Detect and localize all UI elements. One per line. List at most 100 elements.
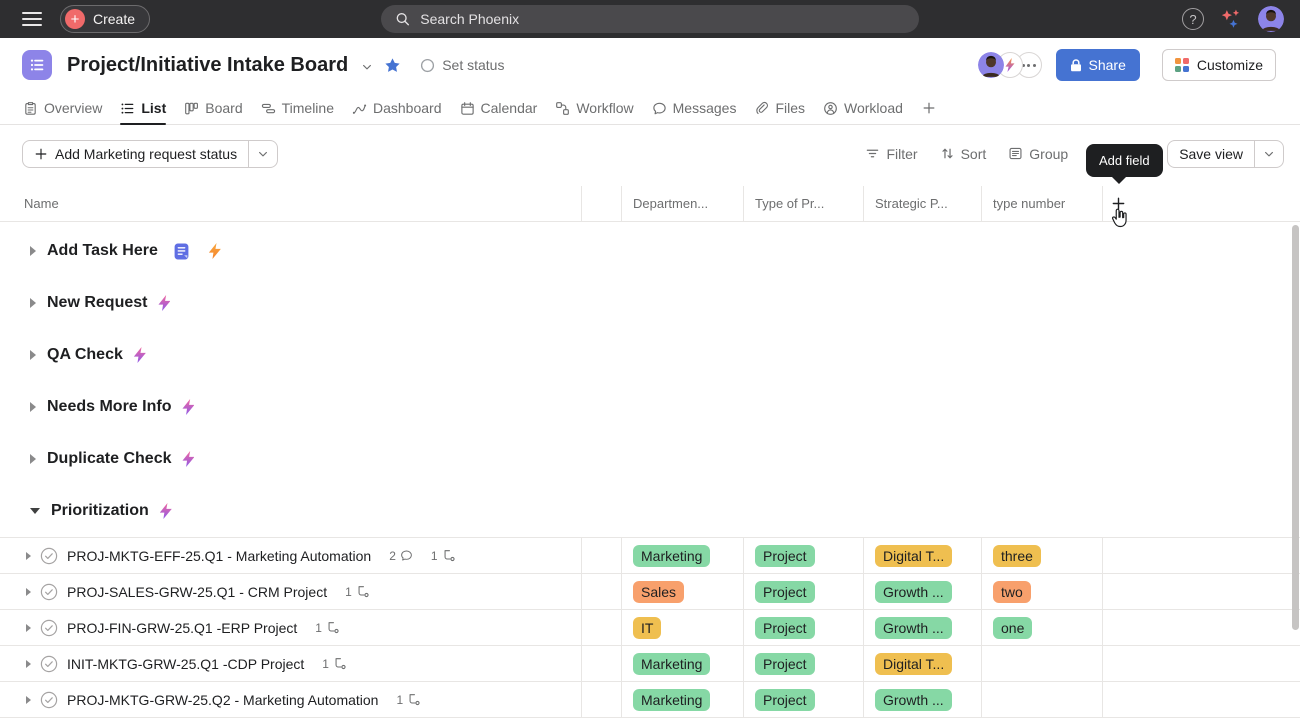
add-field-column-button[interactable] bbox=[1103, 186, 1300, 221]
task-rows: PROJ-MKTG-EFF-25.Q1 - Marketing Automati… bbox=[0, 537, 1300, 718]
section-collapsed-caret-icon[interactable] bbox=[30, 402, 36, 412]
ai-sparkles-icon[interactable] bbox=[1220, 8, 1242, 30]
task-name[interactable]: PROJ-MKTG-GRW-25.Q2 - Marketing Automati… bbox=[67, 692, 378, 708]
expand-caret-icon[interactable] bbox=[26, 624, 31, 632]
tab-files[interactable]: Files bbox=[745, 92, 814, 124]
type-number-tag[interactable]: two bbox=[993, 581, 1031, 603]
department-tag[interactable]: Marketing bbox=[633, 653, 710, 675]
strategic-tag[interactable]: Growth ... bbox=[875, 617, 952, 639]
table-row[interactable]: INIT-MKTG-GRW-25.Q1 -CDP Project 1 Marke… bbox=[0, 646, 1300, 682]
save-view-dropdown-button[interactable] bbox=[1254, 141, 1283, 167]
section-collapsed-caret-icon[interactable] bbox=[30, 246, 36, 256]
section-qa-check[interactable]: QA Check bbox=[0, 337, 1300, 373]
section-duplicate-check[interactable]: Duplicate Check bbox=[0, 441, 1300, 477]
complete-check-icon[interactable] bbox=[40, 619, 58, 637]
section-expanded-caret-icon[interactable] bbox=[30, 508, 40, 514]
help-button[interactable]: ? bbox=[1182, 8, 1204, 30]
task-name[interactable]: PROJ-FIN-GRW-25.Q1 -ERP Project bbox=[67, 620, 297, 636]
subtask-icon bbox=[333, 657, 347, 670]
section-add-task-here[interactable]: Add Task Here bbox=[0, 233, 1300, 269]
department-tag[interactable]: IT bbox=[633, 617, 661, 639]
strategic-tag[interactable]: Digital T... bbox=[875, 653, 952, 675]
task-name[interactable]: PROJ-SALES-GRW-25.Q1 - CRM Project bbox=[67, 584, 327, 600]
complete-check-icon[interactable] bbox=[40, 547, 58, 565]
filter-button[interactable]: Filter bbox=[865, 146, 917, 162]
department-tag[interactable]: Marketing bbox=[633, 689, 710, 711]
global-search[interactable] bbox=[381, 5, 919, 33]
subtask-icon bbox=[407, 693, 421, 706]
add-status-button[interactable]: Add Marketing request status bbox=[23, 141, 248, 167]
table-row[interactable]: PROJ-FIN-GRW-25.Q1 -ERP Project 1 IT Pro… bbox=[0, 610, 1300, 646]
table-row[interactable]: PROJ-SALES-GRW-25.Q1 - CRM Project 1 Sal… bbox=[0, 574, 1300, 610]
table-header: Name Departmen... Type of Pr... Strategi… bbox=[0, 186, 1300, 222]
expand-caret-icon[interactable] bbox=[26, 552, 31, 560]
section-collapsed-caret-icon[interactable] bbox=[30, 298, 36, 308]
board-icon bbox=[184, 101, 199, 116]
spacer-cell bbox=[582, 538, 622, 573]
tab-timeline[interactable]: Timeline bbox=[252, 92, 343, 124]
column-header-department[interactable]: Departmen... bbox=[622, 186, 744, 221]
column-header-type-number[interactable]: type number bbox=[982, 186, 1103, 221]
strategic-tag[interactable]: Growth ... bbox=[875, 689, 952, 711]
favorite-star-icon[interactable] bbox=[384, 57, 401, 74]
rule-bolt-icon bbox=[182, 399, 194, 415]
expand-caret-icon[interactable] bbox=[26, 696, 31, 704]
tab-board[interactable]: Board bbox=[175, 92, 251, 124]
user-avatar[interactable] bbox=[1258, 6, 1284, 32]
hamburger-menu-icon[interactable] bbox=[22, 12, 42, 26]
vertical-scrollbar[interactable] bbox=[1292, 225, 1299, 630]
strategic-tag[interactable]: Digital T... bbox=[875, 545, 952, 567]
section-new-request[interactable]: New Request bbox=[0, 285, 1300, 321]
add-field-tooltip: Add field bbox=[1086, 144, 1163, 177]
expand-caret-icon[interactable] bbox=[26, 588, 31, 596]
section-collapsed-caret-icon[interactable] bbox=[30, 350, 36, 360]
tab-workload[interactable]: Workload bbox=[814, 92, 912, 124]
set-status-button[interactable]: Set status bbox=[420, 57, 504, 73]
member-avatar[interactable] bbox=[978, 52, 1004, 78]
add-tab-button[interactable] bbox=[912, 92, 946, 124]
customize-button[interactable]: Customize bbox=[1162, 49, 1276, 81]
title-chevron-down-icon[interactable] bbox=[361, 61, 373, 73]
section-collapsed-caret-icon[interactable] bbox=[30, 454, 36, 464]
type-tag[interactable]: Project bbox=[755, 581, 815, 603]
task-name[interactable]: PROJ-MKTG-EFF-25.Q1 - Marketing Automati… bbox=[67, 548, 371, 564]
search-input[interactable] bbox=[418, 10, 905, 28]
tab-workflow[interactable]: Workflow bbox=[546, 92, 642, 124]
tab-list[interactable]: List bbox=[111, 92, 175, 124]
tab-calendar[interactable]: Calendar bbox=[451, 92, 547, 124]
save-view-button[interactable]: Save view bbox=[1168, 141, 1254, 167]
type-tag[interactable]: Project bbox=[755, 689, 815, 711]
type-tag[interactable]: Project bbox=[755, 653, 815, 675]
type-tag[interactable]: Project bbox=[755, 545, 815, 567]
type-number-tag[interactable]: three bbox=[993, 545, 1041, 567]
table-row[interactable]: PROJ-MKTG-GRW-25.Q2 - Marketing Automati… bbox=[0, 682, 1300, 718]
section-prioritization[interactable]: Prioritization bbox=[0, 493, 1300, 529]
complete-check-icon[interactable] bbox=[40, 655, 58, 673]
column-header-name[interactable]: Name bbox=[0, 186, 582, 221]
group-button[interactable]: Group bbox=[1008, 146, 1068, 162]
task-name[interactable]: INIT-MKTG-GRW-25.Q1 -CDP Project bbox=[67, 656, 304, 672]
strategic-tag[interactable]: Growth ... bbox=[875, 581, 952, 603]
column-header-type[interactable]: Type of Pr... bbox=[744, 186, 864, 221]
add-status-dropdown-button[interactable] bbox=[248, 141, 277, 167]
column-header-strategic[interactable]: Strategic P... bbox=[864, 186, 982, 221]
tab-overview[interactable]: Overview bbox=[14, 92, 111, 124]
department-tag[interactable]: Sales bbox=[633, 581, 684, 603]
section-needs-more-info[interactable]: Needs More Info bbox=[0, 389, 1300, 425]
spacer-cell bbox=[582, 646, 622, 681]
type-number-tag[interactable]: one bbox=[993, 617, 1032, 639]
complete-check-icon[interactable] bbox=[40, 691, 58, 709]
department-tag[interactable]: Marketing bbox=[633, 545, 710, 567]
subtask-icon bbox=[442, 549, 456, 562]
share-button[interactable]: Share bbox=[1056, 49, 1140, 81]
search-icon bbox=[395, 11, 410, 27]
create-button[interactable]: + Create bbox=[60, 5, 150, 33]
complete-check-icon[interactable] bbox=[40, 583, 58, 601]
tab-dashboard[interactable]: Dashboard bbox=[343, 92, 451, 124]
tab-messages[interactable]: Messages bbox=[643, 92, 746, 124]
sort-button[interactable]: Sort bbox=[940, 146, 987, 162]
project-list-icon[interactable] bbox=[22, 50, 52, 80]
type-tag[interactable]: Project bbox=[755, 617, 815, 639]
expand-caret-icon[interactable] bbox=[26, 660, 31, 668]
table-row[interactable]: PROJ-MKTG-EFF-25.Q1 - Marketing Automati… bbox=[0, 538, 1300, 574]
